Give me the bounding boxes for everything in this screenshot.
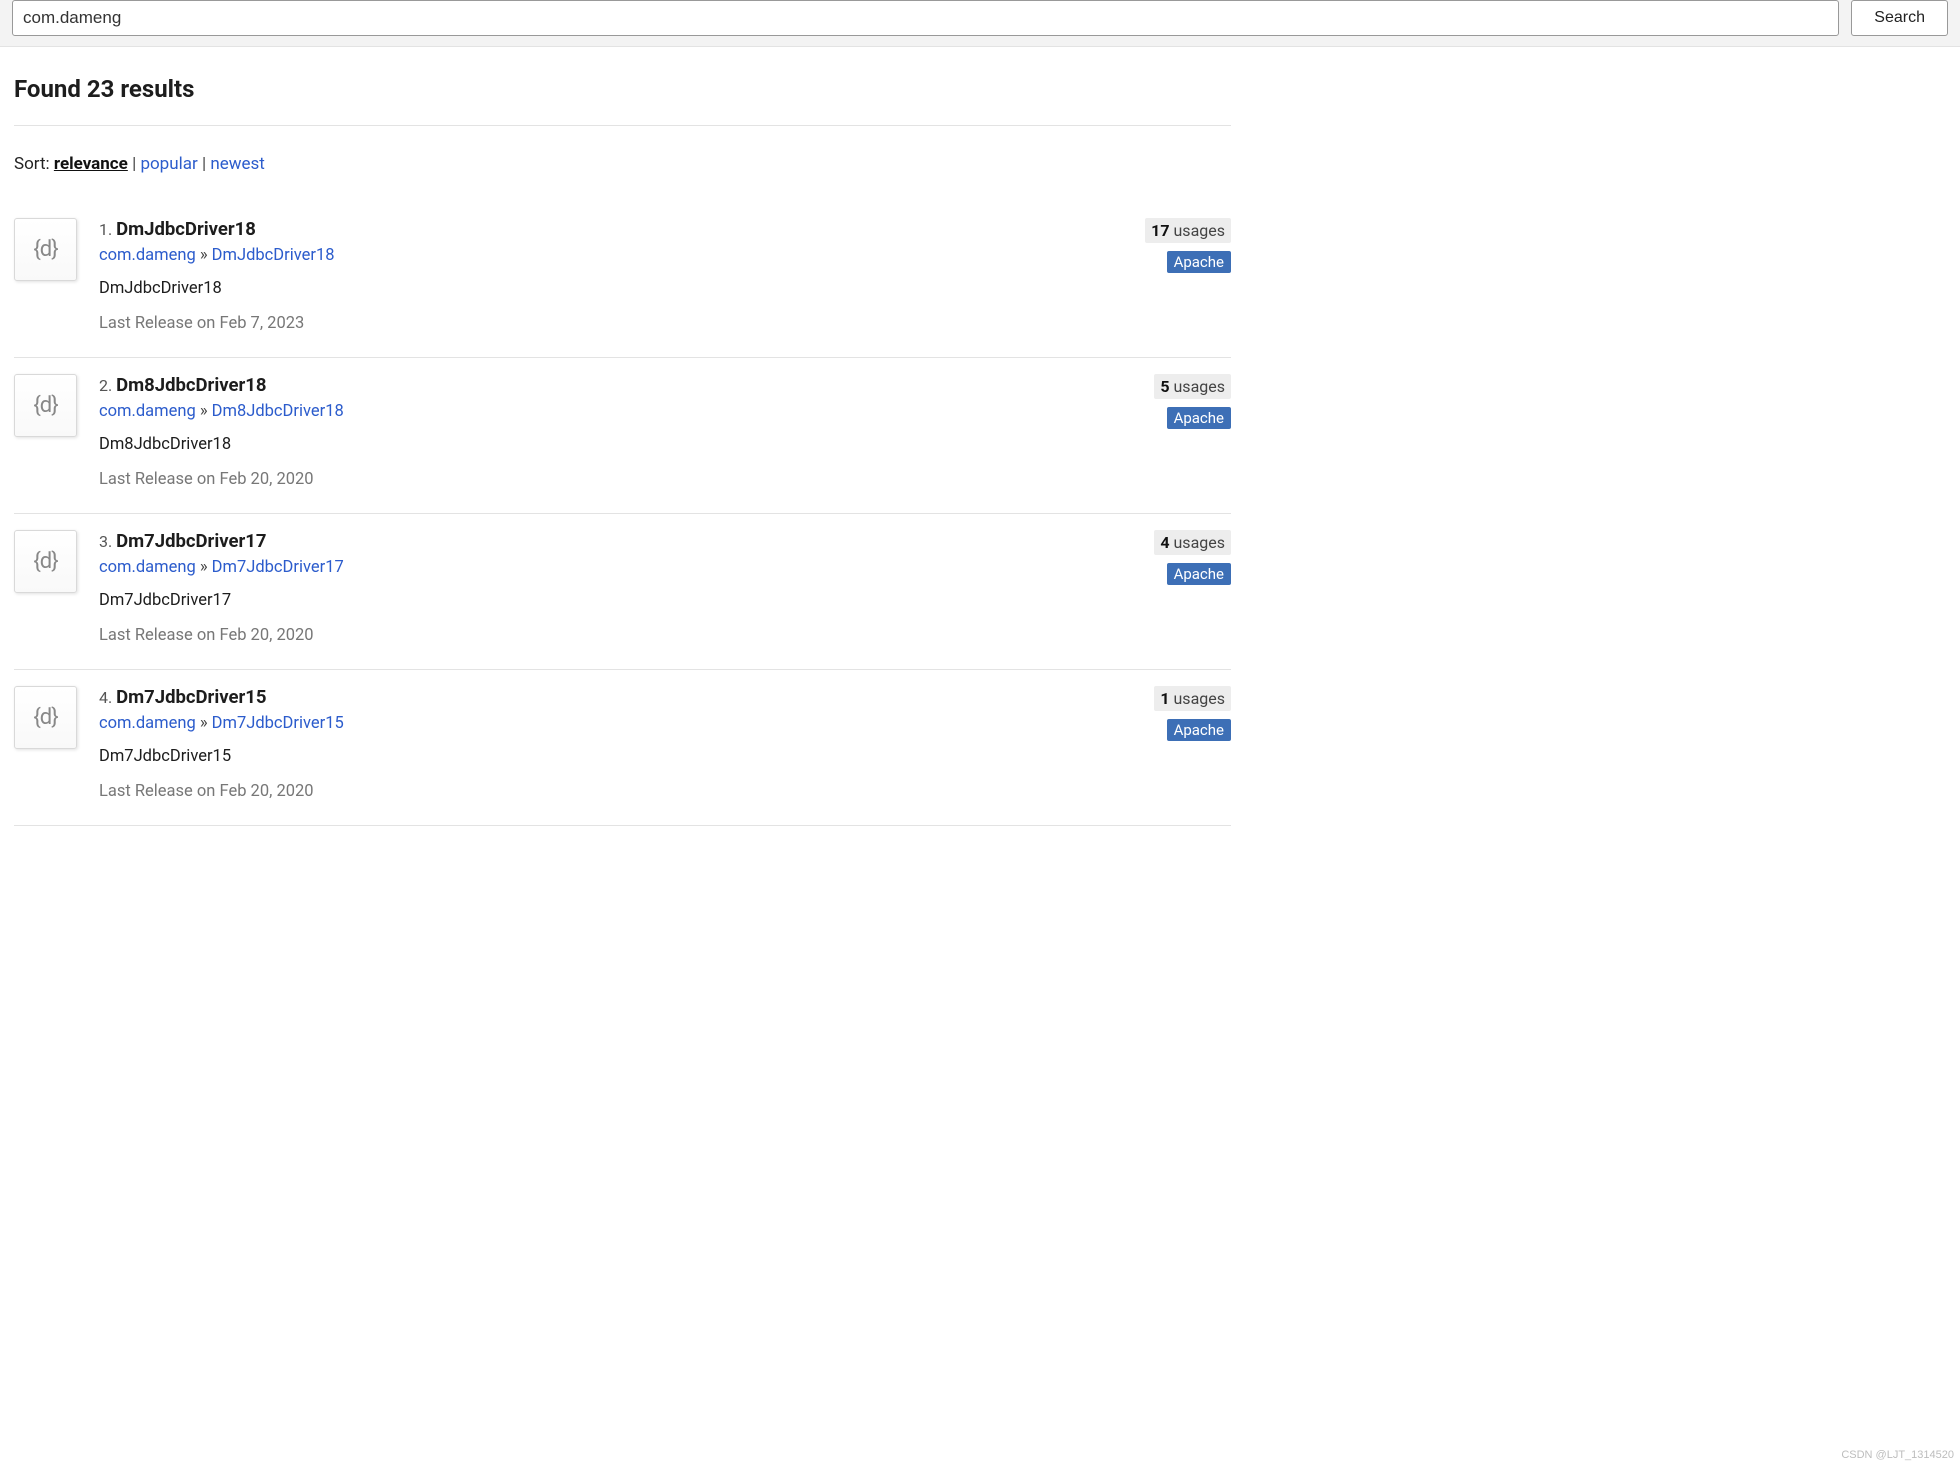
result-last-release: Last Release on Feb 20, 2020 [99,470,1136,489]
result-item: {d} 3. Dm7JdbcDriver17 com.dameng » Dm7J… [14,514,1231,670]
license-badge[interactable]: Apache [1167,251,1231,273]
artifact-link[interactable]: Dm8JdbcDriver18 [212,402,344,421]
result-path: com.dameng » Dm7JdbcDriver17 [99,558,1136,577]
group-link[interactable]: com.dameng [99,558,196,577]
result-path: com.dameng » DmJdbcDriver18 [99,246,1136,265]
artifact-link[interactable]: Dm7JdbcDriver15 [212,714,344,733]
result-description: Dm8JdbcDriver18 [99,435,1136,454]
result-title[interactable]: Dm8JdbcDriver18 [116,374,266,396]
result-item: {d} 4. Dm7JdbcDriver15 com.dameng » Dm7J… [14,670,1231,826]
result-last-release: Last Release on Feb 7, 2023 [99,314,1136,333]
license-badge[interactable]: Apache [1167,563,1231,585]
usages-count: 4 [1160,533,1169,552]
license-badge[interactable]: Apache [1167,407,1231,429]
result-title[interactable]: Dm7JdbcDriver15 [116,686,266,708]
result-last-release: Last Release on Feb 20, 2020 [99,626,1136,645]
result-description: DmJdbcDriver18 [99,279,1136,298]
artifact-link[interactable]: Dm7JdbcDriver17 [212,558,344,577]
results-heading: Found 23 results [14,75,1231,126]
usages-badge[interactable]: 5 usages [1154,374,1231,399]
artifact-icon-glyph: {d} [33,237,57,262]
artifact-icon-glyph: {d} [33,393,57,418]
result-body: 4. Dm7JdbcDriver15 com.dameng » Dm7JdbcD… [77,686,1136,801]
usages-label: usages [1173,689,1225,708]
result-body: 2. Dm8JdbcDriver18 com.dameng » Dm8JdbcD… [77,374,1136,489]
sort-popular[interactable]: popular [140,154,197,174]
result-meta: 1 usages Apache [1136,686,1231,801]
artifact-icon: {d} [14,218,77,281]
group-link[interactable]: com.dameng [99,402,196,421]
usages-count: 5 [1160,377,1169,396]
result-index: 3. [99,532,112,551]
result-body: 1. DmJdbcDriver18 com.dameng » DmJdbcDri… [77,218,1136,333]
result-title[interactable]: Dm7JdbcDriver17 [116,530,266,552]
group-link[interactable]: com.dameng [99,246,196,265]
sort-label: Sort: [14,154,50,174]
group-link[interactable]: com.dameng [99,714,196,733]
result-index: 2. [99,376,112,395]
result-title-line: 4. Dm7JdbcDriver15 [99,686,1136,708]
result-meta: 5 usages Apache [1136,374,1231,489]
path-separator: » [200,714,212,733]
watermark: CSDN @LJT_1314520 [1841,1449,1954,1461]
result-description: Dm7JdbcDriver17 [99,591,1136,610]
result-path: com.dameng » Dm7JdbcDriver15 [99,714,1136,733]
search-input[interactable] [12,0,1839,36]
usages-badge[interactable]: 17 usages [1145,218,1231,243]
result-index: 1. [99,220,112,239]
path-separator: » [200,246,212,265]
result-body: 3. Dm7JdbcDriver17 com.dameng » Dm7JdbcD… [77,530,1136,645]
result-path: com.dameng » Dm8JdbcDriver18 [99,402,1136,421]
artifact-icon: {d} [14,530,77,593]
search-button[interactable]: Search [1851,0,1948,36]
artifact-link[interactable]: DmJdbcDriver18 [212,246,335,265]
usages-count: 1 [1160,689,1169,708]
artifact-icon: {d} [14,686,77,749]
result-title[interactable]: DmJdbcDriver18 [116,218,256,240]
result-index: 4. [99,688,112,707]
result-description: Dm7JdbcDriver15 [99,747,1136,766]
path-separator: » [200,558,212,577]
usages-count: 17 [1151,221,1169,240]
artifact-icon-glyph: {d} [33,549,57,574]
artifact-icon-glyph: {d} [33,705,57,730]
usages-label: usages [1173,533,1225,552]
sort-relevance[interactable]: relevance [54,154,128,174]
usages-label: usages [1173,377,1225,396]
result-item: {d} 2. Dm8JdbcDriver18 com.dameng » Dm8J… [14,358,1231,514]
usages-badge[interactable]: 1 usages [1154,686,1231,711]
search-bar: Search [0,0,1960,47]
usages-label: usages [1173,221,1225,240]
license-badge[interactable]: Apache [1167,719,1231,741]
path-separator: » [200,402,212,421]
sort-row: Sort: relevance | popular | newest [14,154,1231,174]
content-area: Found 23 results Sort: relevance | popul… [0,47,1245,836]
result-last-release: Last Release on Feb 20, 2020 [99,782,1136,801]
result-meta: 4 usages Apache [1136,530,1231,645]
artifact-icon: {d} [14,374,77,437]
result-title-line: 2. Dm8JdbcDriver18 [99,374,1136,396]
result-title-line: 1. DmJdbcDriver18 [99,218,1136,240]
result-item: {d} 1. DmJdbcDriver18 com.dameng » DmJdb… [14,202,1231,358]
sort-newest[interactable]: newest [210,154,265,174]
result-meta: 17 usages Apache [1136,218,1231,333]
usages-badge[interactable]: 4 usages [1154,530,1231,555]
result-title-line: 3. Dm7JdbcDriver17 [99,530,1136,552]
